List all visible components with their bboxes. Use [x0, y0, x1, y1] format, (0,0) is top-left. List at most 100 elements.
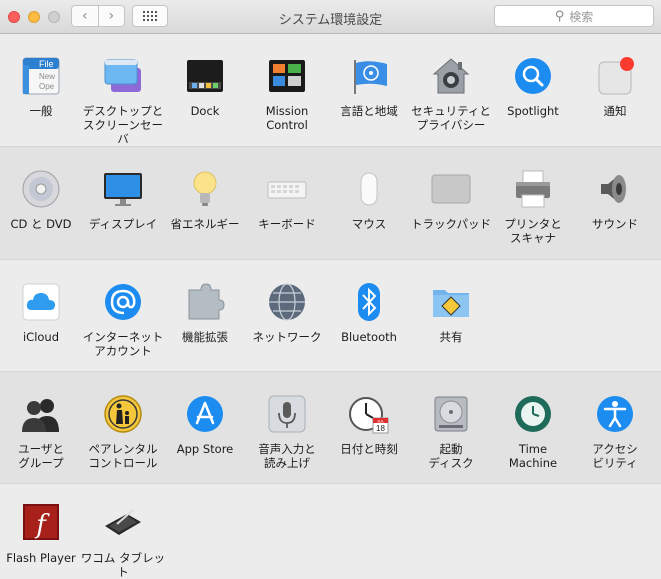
users-silhouette-icon [21, 394, 61, 434]
pref-label: Time Machine [508, 442, 558, 470]
pref-icloud[interactable]: iCloud [0, 260, 84, 344]
pref-label: ネットワーク [252, 330, 322, 344]
pref-label: マウス [351, 217, 387, 231]
pref-label: トラックパッド [411, 217, 491, 231]
section-hardware: CD と DVD ディスプレイ 省エネルギー キーボード マウス トラックパッド… [0, 147, 661, 260]
pref-flash-player[interactable]: f Flash Player [0, 484, 84, 565]
pref-label: 機能拡張 [182, 330, 228, 344]
keyboard-icon [267, 169, 307, 209]
search-field[interactable]: ⚲ 検索 [494, 5, 654, 27]
pref-label: 一般 [29, 104, 53, 118]
pref-network[interactable]: ネットワーク [244, 260, 330, 344]
magnifier-icon [513, 56, 553, 96]
search-icon: ⚲ [554, 8, 565, 24]
shared-folder-icon [431, 282, 471, 322]
pref-accessibility[interactable]: アクセシ ビリティ [572, 372, 658, 470]
pref-notifications[interactable]: 通知 [572, 34, 658, 118]
desktop-screensaver-icon [103, 56, 143, 96]
pref-sound[interactable]: サウンド [572, 147, 658, 231]
cloud-icon [21, 282, 61, 322]
pref-label: 音声入力と 読み上げ [258, 442, 316, 470]
at-sign-icon [103, 282, 143, 322]
pref-printers-scanners[interactable]: プリンタと スキャナ [490, 147, 576, 245]
monitor-icon [103, 169, 143, 209]
section-internet: iCloud インターネット アカウント 機能拡張 ネットワーク Bluetoo… [0, 260, 661, 372]
file-menu-open: Ope [39, 82, 55, 91]
pref-trackpad[interactable]: トラックパッド [408, 147, 494, 231]
pref-label: ワコム タブレット [80, 551, 166, 579]
pref-mission-control[interactable]: Mission Control [244, 34, 330, 132]
microphone-icon [267, 394, 307, 434]
pref-label: Bluetooth [341, 330, 397, 344]
section-system: ユーザと グループ ペアレンタル コントロール App Store 音声入力と … [0, 372, 661, 484]
house-lock-icon [431, 56, 471, 96]
pref-label: ペアレンタル コントロール [88, 442, 158, 470]
pref-label: キーボード [258, 217, 316, 231]
pref-extensions[interactable]: 機能拡張 [162, 260, 248, 344]
pref-dock[interactable]: Dock [162, 34, 248, 118]
pref-parental-controls[interactable]: ペアレンタル コントロール [80, 372, 166, 470]
pref-desktop-screensaver[interactable]: デスクトップと スクリーンセーバ [80, 34, 166, 146]
pref-app-store[interactable]: App Store [162, 372, 248, 456]
pref-label: App Store [176, 442, 234, 456]
clock-calendar-icon: JUL 18 [349, 394, 389, 434]
trackpad-icon [431, 169, 471, 209]
pref-cd-dvd[interactable]: CD と DVD [0, 147, 84, 231]
pref-label: 起動 ディスク [428, 442, 474, 470]
pref-language-region[interactable]: 言語と地域 [326, 34, 412, 118]
pref-label: 通知 [603, 104, 627, 118]
disc-icon [21, 169, 61, 209]
pref-time-machine[interactable]: Time Machine [490, 372, 576, 470]
pref-label: プリンタと スキャナ [504, 217, 562, 245]
un-flag-icon [349, 56, 389, 96]
pref-bluetooth[interactable]: Bluetooth [326, 260, 412, 344]
pref-label: サウンド [592, 217, 638, 231]
pref-users-groups[interactable]: ユーザと グループ [0, 372, 84, 470]
pref-label: セキュリティと プライバシー [411, 104, 491, 132]
pref-label: 省エネルギー [170, 217, 240, 231]
pref-label: Spotlight [507, 104, 559, 118]
pref-label: 言語と地域 [340, 104, 398, 118]
pref-startup-disk[interactable]: 起動 ディスク [408, 372, 494, 470]
section-other: f Flash Player ワコム タブレット [0, 484, 661, 579]
pref-internet-accounts[interactable]: インターネット アカウント [80, 260, 166, 358]
puzzle-piece-icon [185, 282, 225, 322]
notification-badge-icon [595, 56, 635, 96]
pref-label: ディスプレイ [88, 217, 158, 231]
pref-label: Mission Control [265, 104, 309, 132]
file-menu-new: New [39, 72, 55, 81]
printer-icon [513, 169, 553, 209]
pref-spotlight[interactable]: Spotlight [490, 34, 576, 118]
file-menu-label: File [39, 59, 54, 69]
pref-date-time[interactable]: JUL 18 日付と時刻 [326, 372, 412, 456]
app-store-icon [185, 394, 225, 434]
tablet-pen-icon [103, 502, 143, 542]
pref-keyboard[interactable]: キーボード [244, 147, 330, 231]
pref-label: Dock [190, 104, 220, 118]
bluetooth-icon [349, 282, 389, 322]
pref-sharing[interactable]: 共有 [408, 260, 494, 344]
parental-figure-icon [103, 394, 143, 434]
accessibility-person-icon [595, 394, 635, 434]
pref-energy-saver[interactable]: 省エネルギー [162, 147, 248, 231]
pref-label: Flash Player [6, 551, 76, 565]
pref-label: インターネット アカウント [82, 330, 164, 358]
calendar-month: JUL [377, 418, 385, 423]
pref-displays[interactable]: ディスプレイ [80, 147, 166, 231]
pref-dictation-speech[interactable]: 音声入力と 読み上げ [244, 372, 330, 470]
speaker-icon [595, 169, 635, 209]
calendar-day: 18 [376, 424, 385, 433]
pref-label: iCloud [22, 330, 60, 344]
pref-security-privacy[interactable]: セキュリティと プライバシー [408, 34, 494, 132]
pref-label: アクセシ ビリティ [592, 442, 638, 470]
mouse-icon [349, 169, 389, 209]
pref-wacom-tablet[interactable]: ワコム タブレット [80, 484, 166, 579]
section-personal: File New Ope 一般 デスクトップと スクリーンセーバ Dock Mi… [0, 34, 661, 147]
pref-label: CD と DVD [10, 217, 72, 231]
search-placeholder: 検索 [569, 9, 594, 24]
pref-mouse[interactable]: マウス [326, 147, 412, 231]
pref-label: デスクトップと スクリーンセーバ [82, 104, 164, 146]
pref-label: 日付と時刻 [340, 442, 398, 456]
pref-general[interactable]: File New Ope 一般 [0, 34, 84, 118]
lightbulb-icon [185, 169, 225, 209]
